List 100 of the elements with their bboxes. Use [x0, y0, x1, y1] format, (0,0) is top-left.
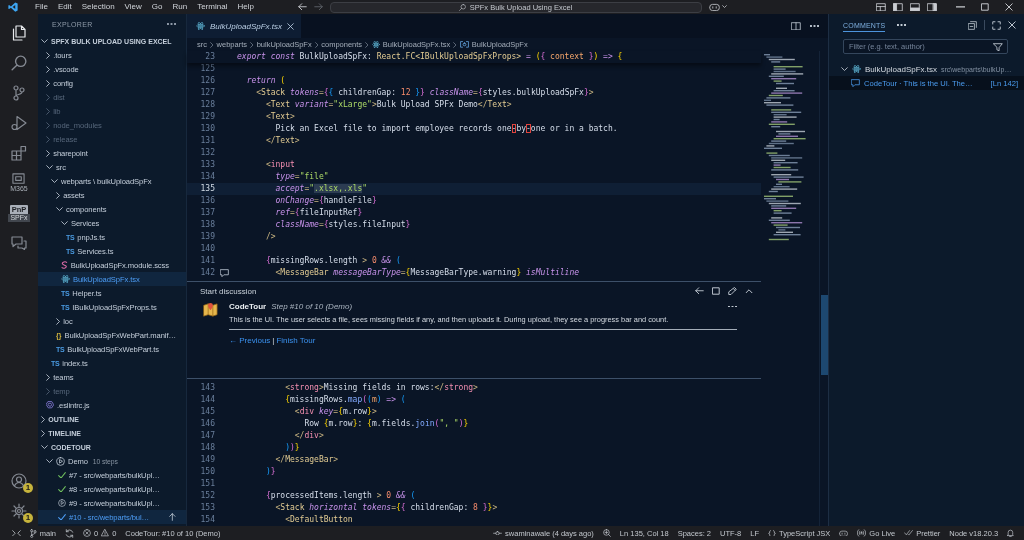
menu-item[interactable]: Terminal — [192, 1, 233, 13]
search-icon[interactable] — [11, 55, 27, 71]
search-icon — [458, 3, 466, 11]
chevron-right-icon — [250, 41, 254, 48]
funnel-icon[interactable] — [993, 42, 1003, 52]
collapse-all-icon[interactable] — [968, 20, 977, 30]
arrow-left-icon[interactable] — [695, 287, 704, 295]
maximize-icon[interactable] — [981, 3, 989, 11]
tour-link[interactable]: Finish Tour — [276, 336, 316, 345]
branch-icon[interactable] — [13, 85, 25, 101]
line-number: 142 — [199, 267, 215, 279]
code-line: </MessageBar> — [274, 454, 339, 466]
panel-bottom-icon[interactable] — [910, 2, 920, 12]
play-bug-icon[interactable] — [11, 115, 27, 131]
menu-item[interactable]: Edit — [52, 1, 77, 13]
comment-icon — [851, 78, 860, 88]
editor-tab[interactable]: BulkUploadSpFx.tsx — [187, 14, 302, 38]
box-icon[interactable] — [12, 172, 26, 185]
sidebar-left-icon[interactable] — [893, 2, 903, 12]
chevron-down-icon — [841, 66, 848, 72]
line-number: 144 — [199, 394, 215, 406]
code-line: </div> — [293, 430, 324, 442]
goggles-icon[interactable] — [708, 2, 720, 12]
menu-item[interactable]: View — [119, 1, 147, 13]
code-line: ))} — [284, 442, 300, 454]
braces-icon — [768, 529, 777, 537]
files-icon[interactable] — [12, 25, 26, 41]
blocks-icon[interactable] — [11, 145, 27, 161]
atom-icon — [61, 275, 70, 283]
pencil-icon[interactable] — [728, 286, 737, 296]
square-icon[interactable] — [712, 287, 720, 295]
line-number: 135 — [199, 183, 215, 195]
menu-item[interactable]: File — [30, 1, 53, 13]
chevron-down-icon[interactable] — [51, 178, 58, 184]
gear-icon[interactable] — [11, 503, 27, 519]
split-view-icon[interactable] — [791, 21, 801, 31]
caret-icon[interactable] — [721, 5, 727, 9]
close-icon[interactable] — [1005, 3, 1013, 11]
line-number: 131 — [199, 135, 215, 147]
notification-badge: 1 — [23, 483, 33, 493]
chevron-down-icon[interactable] — [61, 220, 68, 226]
bell-icon[interactable] — [1007, 529, 1014, 537]
code-line: onChange={handleFile} — [274, 195, 377, 207]
chevron-right-icon — [453, 41, 457, 48]
arrow-left-icon[interactable] — [297, 3, 307, 11]
chevron-down-icon — [41, 38, 48, 44]
widget-title: Start discussion — [200, 286, 257, 296]
zoom-in-icon[interactable] — [602, 529, 611, 537]
broadcast-icon — [857, 529, 867, 537]
chat-bubbles-icon[interactable] — [11, 236, 27, 250]
line-number: 153 — [199, 502, 215, 514]
more-icon[interactable] — [728, 305, 737, 308]
branch-icon — [30, 528, 37, 538]
line-number: 151 — [199, 478, 215, 490]
menu-item[interactable]: Selection — [76, 1, 120, 13]
scrollbar-thumb[interactable] — [821, 295, 828, 375]
comment-icon[interactable] — [220, 268, 229, 278]
chevron-down-icon — [41, 444, 48, 450]
code-line: {missingRows.map((m) => ( — [284, 394, 406, 406]
arrow-up-icon[interactable] — [169, 513, 176, 521]
code-line: <div key={m.row}> — [293, 406, 377, 418]
commit-icon — [493, 530, 503, 536]
menu-item[interactable]: Run — [167, 1, 193, 13]
line-number: 150 — [199, 466, 215, 478]
author-name: CodeTour — [229, 302, 267, 311]
layout-icon[interactable] — [876, 2, 886, 12]
chevron-right-icon — [365, 41, 369, 48]
code-line: Pick an Excel file to import employee records one‐by‐one or in a batch. — [274, 123, 618, 135]
sidebar-right-icon[interactable] — [927, 2, 937, 12]
chevron-down-icon[interactable] — [56, 206, 63, 212]
fullscreen-icon[interactable] — [992, 20, 1001, 30]
remote-icon[interactable] — [12, 529, 21, 537]
goggles-icon[interactable] — [839, 529, 849, 537]
line-number: 152 — [199, 490, 215, 502]
line-number: 140 — [199, 243, 215, 255]
code-line: <DefaultButton — [284, 514, 353, 526]
code-line: <Stack tokens={{ childrenGap: 12 }} className={styles.bulkUploadSpFx}> — [255, 87, 594, 99]
menu-item[interactable]: Help — [232, 1, 259, 13]
close-icon[interactable] — [287, 22, 295, 30]
app-logo-icon — [8, 2, 18, 12]
tour-link[interactable]: ← Previous — [229, 336, 271, 345]
chevron-down-icon — [46, 458, 53, 464]
code-line: <strong>Missing fields in rows:</strong> — [284, 382, 478, 394]
line-number: 138 — [199, 219, 215, 231]
arrow-right-icon[interactable] — [313, 3, 323, 11]
link-separator: | — [272, 336, 275, 345]
line-number: 130 — [199, 123, 215, 135]
sync-icon[interactable] — [65, 528, 74, 538]
account-icon[interactable] — [11, 473, 27, 489]
chevron-right-icon — [314, 41, 319, 48]
line-number: 137 — [199, 207, 215, 219]
close-icon[interactable] — [1008, 21, 1016, 29]
line-number: 133 — [199, 159, 215, 171]
code-line: ref={fileInputRef} — [274, 207, 363, 219]
line-number: 128 — [199, 99, 215, 111]
chevron-up-icon[interactable] — [745, 288, 753, 294]
menu-item[interactable]: Go — [146, 1, 168, 13]
chevron-down-icon[interactable] — [46, 164, 53, 170]
code-line: {processedItems.length > 0 && ( — [264, 490, 416, 502]
code-line: <MessageBar messageBarType={MessageBarType.warning} isMultiline — [274, 267, 580, 279]
